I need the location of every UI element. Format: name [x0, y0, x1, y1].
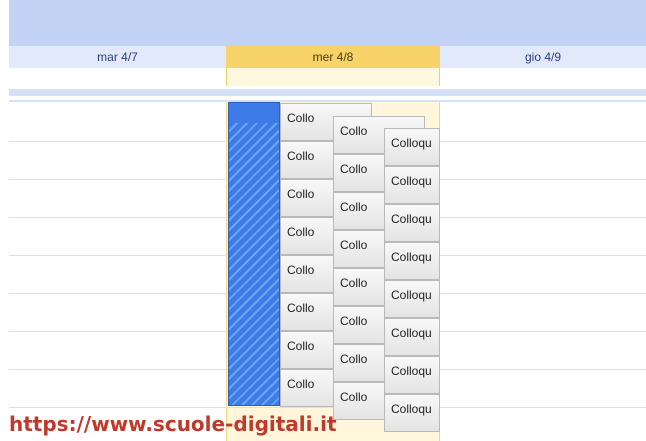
- allday-cell-thu[interactable]: [440, 68, 646, 86]
- calendar-top-bar: [0, 0, 646, 46]
- event-colloquio[interactable]: Colloqu: [384, 128, 440, 166]
- event-colloquio[interactable]: Colloqu: [384, 318, 440, 356]
- event-colloquio[interactable]: Colloqu: [384, 280, 440, 318]
- day-header-thu[interactable]: gio 4/9: [440, 46, 646, 68]
- watermark-url: https://www.scuole-digitali.it: [9, 412, 337, 436]
- event-colloquio[interactable]: Colloqu: [384, 242, 440, 280]
- allday-separator: [9, 89, 646, 96]
- allday-cell-tue[interactable]: [9, 68, 226, 86]
- selected-time-range[interactable]: [228, 102, 280, 406]
- left-gutter: [0, 0, 9, 441]
- event-colloquio[interactable]: Colloqu: [384, 394, 440, 432]
- event-colloquio[interactable]: Colloqu: [384, 166, 440, 204]
- event-colloquio[interactable]: Colloqu: [384, 356, 440, 394]
- day-header-wed-today[interactable]: mer 4/8: [226, 46, 440, 68]
- hour-line: [9, 407, 646, 408]
- allday-cell-wed[interactable]: [226, 68, 440, 86]
- day-header-tue[interactable]: mar 4/7: [9, 46, 226, 68]
- event-colloquio[interactable]: Colloqu: [384, 204, 440, 242]
